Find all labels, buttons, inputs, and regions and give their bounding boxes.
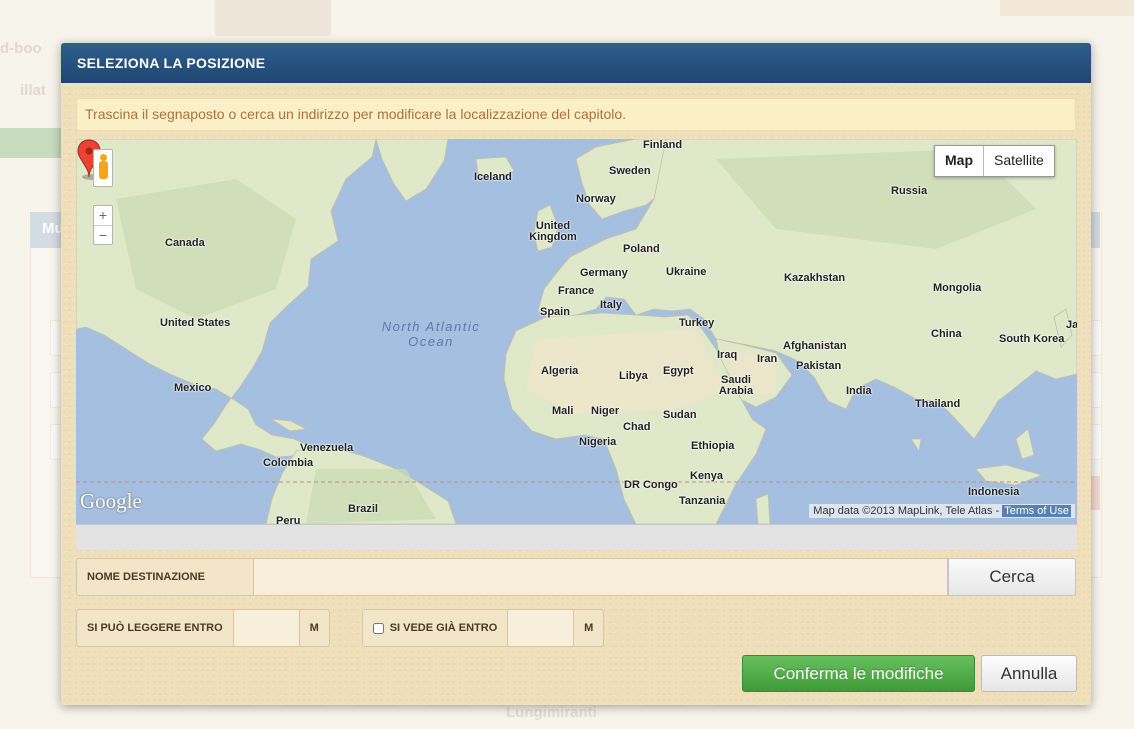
- map-label: United Kingdom: [529, 220, 577, 243]
- map-label: Kenya: [690, 470, 724, 482]
- readable-within-input[interactable]: [233, 609, 300, 647]
- readable-unit: M: [299, 609, 330, 647]
- attribution-text: Map data ©2013 MapLink, Tele Atlas -: [813, 505, 1003, 517]
- map-label: Nigeria: [579, 436, 617, 448]
- visible-unit: M: [574, 609, 605, 647]
- map-label: Mongolia: [933, 282, 982, 294]
- map-label: Germany: [580, 267, 628, 279]
- destination-label: NOME DESTINAZIONE: [76, 558, 254, 596]
- map-label: Brazil: [348, 503, 378, 515]
- map-label: Afghanistan: [783, 340, 847, 352]
- map-label: Saudi Arabia: [718, 374, 754, 397]
- visible-within-text: SI VEDE GIÀ ENTRO: [389, 622, 498, 634]
- map-label: Chad: [623, 421, 651, 433]
- map-label: Libya: [619, 370, 648, 382]
- destination-input[interactable]: [254, 558, 948, 596]
- map-label: Algeria: [541, 365, 579, 377]
- cancel-button[interactable]: Annulla: [981, 655, 1077, 692]
- map-label: DR Congo: [624, 479, 678, 491]
- map-label: Norway: [576, 193, 616, 205]
- map-label: Ukraine: [666, 266, 707, 278]
- search-button[interactable]: Cerca: [948, 558, 1076, 596]
- map-label: Canada: [165, 237, 205, 249]
- map-label: Turkey: [679, 317, 715, 329]
- map-label: China: [931, 328, 962, 340]
- map-label: Tanzania: [679, 495, 726, 507]
- visible-within-checkbox[interactable]: [372, 622, 384, 634]
- modal-title: SELEZIONA LA POSIZIONE: [61, 43, 1091, 83]
- map-label: Italy: [600, 299, 623, 311]
- google-logo: Google: [80, 489, 142, 513]
- zoom-out-button[interactable]: −: [94, 226, 112, 245]
- map-label: Pakistan: [796, 360, 842, 372]
- map-type-satellite-button[interactable]: Satellite: [984, 146, 1054, 176]
- map-label: Mali: [552, 405, 574, 417]
- confirm-button[interactable]: Conferma le modifiche: [742, 655, 975, 692]
- zoom-control: + −: [93, 205, 113, 245]
- readable-within-label: SI PUÒ LEGGERE ENTRO: [76, 609, 234, 647]
- map-type-control: Map Satellite: [934, 145, 1055, 177]
- map-label: Iceland: [474, 171, 512, 183]
- map-label: Indonesia: [968, 486, 1020, 498]
- map-label: Venezuela: [300, 442, 354, 454]
- map-label: Colombia: [263, 457, 314, 469]
- location-modal: SELEZIONA LA POSIZIONE Trascina il segna…: [61, 43, 1091, 705]
- map-label: Iraq: [717, 349, 738, 361]
- map-label: United States: [160, 317, 231, 329]
- map-label: France: [558, 285, 595, 297]
- visible-within-label[interactable]: SI VEDE GIÀ ENTRO: [361, 609, 509, 647]
- map-label: Thailand: [915, 398, 961, 410]
- map-label: Ethiopia: [691, 440, 735, 452]
- map-label: Ja: [1066, 319, 1077, 331]
- map-label: Poland: [623, 243, 660, 255]
- terms-of-use-link[interactable]: Terms of Use: [1002, 505, 1071, 517]
- map-footer-bar: [76, 524, 1077, 550]
- map-label: Spain: [540, 306, 570, 318]
- map-label: India: [846, 385, 872, 397]
- visible-within-input[interactable]: [508, 609, 575, 647]
- map-label: Sudan: [663, 409, 697, 421]
- map-type-map-button[interactable]: Map: [935, 146, 984, 176]
- map-label: Peru: [276, 515, 301, 524]
- map[interactable]: Finland Sweden Iceland Norway Russia Uni…: [76, 139, 1077, 524]
- ocean-label: North Atlantic Ocean: [381, 319, 481, 349]
- map-label: Mexico: [174, 382, 212, 394]
- map-label: Finland: [643, 139, 683, 151]
- map-label: Niger: [591, 405, 620, 417]
- zoom-in-button[interactable]: +: [94, 206, 112, 225]
- map-label: Russia: [891, 185, 928, 197]
- map-label: Kazakhstan: [784, 272, 846, 284]
- map-label: Sweden: [609, 165, 651, 177]
- distance-row: SI PUÒ LEGGERE ENTRO M SI VEDE GIÀ ENTRO…: [76, 609, 605, 647]
- destination-row: NOME DESTINAZIONE Cerca: [76, 558, 1076, 596]
- map-label: Egypt: [663, 365, 694, 377]
- map-label: Iran: [757, 353, 778, 365]
- map-attribution: Map data ©2013 MapLink, Tele Atlas - Ter…: [809, 504, 1075, 518]
- street-view-pegman-icon[interactable]: [93, 149, 113, 187]
- map-label: South Korea: [999, 333, 1065, 345]
- info-message: Trascina il segnaposto o cerca un indiri…: [76, 98, 1076, 131]
